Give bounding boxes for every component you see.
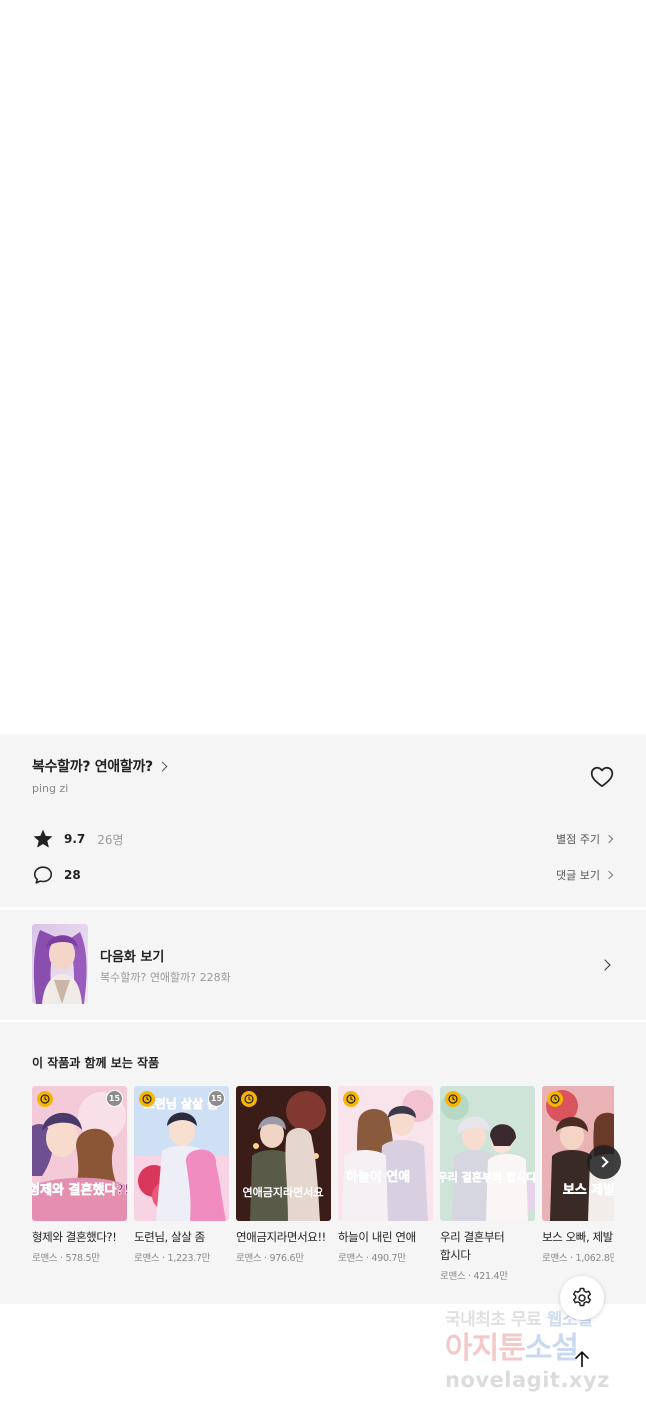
- cover-title-art: 연애금지라면서요: [243, 1185, 324, 1199]
- age-rating-badge: 15: [106, 1090, 123, 1107]
- card-meta: 로맨스 · 578.5만: [32, 1253, 100, 1264]
- rating-row: 9.7 26명: [32, 828, 124, 850]
- heart-icon: [590, 766, 614, 788]
- star-icon: [33, 829, 53, 848]
- card-views: 490.7만: [371, 1253, 406, 1264]
- cover-image: 연애금지라면서요: [236, 1086, 331, 1221]
- settings-button[interactable]: [560, 1276, 604, 1320]
- comments-label: 댓글 보기: [556, 869, 600, 882]
- work-info-panel: 복수할까? 연애할까? ping zi 9.7 26명 별점 주기 28 댓글 …: [0, 734, 646, 907]
- carousel-next-button[interactable]: [587, 1145, 621, 1179]
- chevron-right-icon: [157, 761, 168, 771]
- viewer-page: 복수할까? 연애할까? ping zi 9.7 26명 별점 주기 28 댓글 …: [0, 0, 646, 1419]
- clock-icon: [445, 1091, 461, 1107]
- card-title: 하늘이 내린 연애: [338, 1230, 416, 1244]
- next-episode-subtitle: 복수할까? 연애할까? 228화: [100, 971, 231, 984]
- card-views: 578.5만: [65, 1253, 100, 1264]
- recommendation-card[interactable]: 하늘이 연애 하늘이 내린 연애 로맨스 · 490.7만: [338, 1086, 433, 1264]
- card-genre: 로맨스: [338, 1253, 364, 1264]
- card-title: 보스 오빠, 제발: [542, 1230, 613, 1244]
- clock-icon: [547, 1091, 563, 1107]
- card-genre: 로맨스: [542, 1253, 568, 1264]
- cover-title-art: 우리 결혼부터 합시다: [440, 1170, 535, 1184]
- card-title: 도련님, 살살 좀: [134, 1230, 205, 1244]
- card-title: 연애금지라면서요!!: [236, 1230, 326, 1244]
- cover-image: 도련님 살살 좀 15: [134, 1086, 229, 1221]
- comment-icon: [33, 866, 53, 884]
- cover-image: 우리 결혼부터 합시다: [440, 1086, 535, 1221]
- card-title: 형제와 결혼했다?!: [32, 1230, 117, 1244]
- comments-row: 28: [32, 864, 81, 886]
- cover-image: 하늘이 연애: [338, 1086, 433, 1221]
- rate-label: 별점 주기: [556, 833, 600, 846]
- scroll-to-top-button[interactable]: [565, 1342, 599, 1376]
- card-views: 976.6만: [269, 1253, 304, 1264]
- card-meta: 로맨스 · 976.6만: [236, 1253, 304, 1264]
- rate-button[interactable]: 별점 주기: [556, 831, 614, 847]
- chevron-right-icon: [604, 834, 614, 844]
- next-episode-button[interactable]: 다음화 보기 복수할까? 연애할까? 228화: [0, 910, 646, 1020]
- recommendation-card[interactable]: 형제와 결혼했다?! 15 형제와 결혼했다?! 로맨스 · 578.5만: [32, 1086, 127, 1264]
- card-genre: 로맨스: [134, 1253, 160, 1264]
- card-meta: 로맨스 · 421.4만: [440, 1271, 508, 1282]
- clock-icon: [241, 1091, 257, 1107]
- cover-image: 형제와 결혼했다?! 15: [32, 1086, 127, 1221]
- episode-content-area: [0, 0, 646, 734]
- clock-icon: [343, 1091, 359, 1107]
- chevron-right-icon: [599, 959, 611, 971]
- card-genre: 로맨스: [440, 1271, 466, 1282]
- recommendation-card[interactable]: 우리 결혼부터 합시다 우리 결혼부터 합시다 로맨스 · 421.4만: [440, 1086, 535, 1282]
- card-meta: 로맨스 · 1,062.8만: [542, 1250, 614, 1264]
- card-views: 421.4만: [473, 1271, 508, 1282]
- card-views: 1,223.7만: [167, 1253, 211, 1264]
- card-genre: 로맨스: [32, 1253, 58, 1264]
- work-title: 복수할까? 연애할까?: [32, 759, 153, 775]
- next-episode-label: 다음화 보기: [100, 950, 165, 965]
- cover-title-art: 보스 제발!: [563, 1182, 614, 1198]
- rating-value: 9.7: [64, 832, 86, 846]
- comment-count: 28: [64, 868, 81, 882]
- clock-icon: [139, 1091, 155, 1107]
- next-episode-thumbnail: [32, 924, 88, 1004]
- chevron-right-icon: [604, 870, 614, 880]
- cover-title-art: 하늘이 연애: [346, 1169, 410, 1185]
- recommendations-carousel[interactable]: 형제와 결혼했다?! 15 형제와 결혼했다?! 로맨스 · 578.5만 도련…: [32, 1086, 614, 1296]
- cover-title-art: 형제와 결혼했다?!: [32, 1182, 127, 1198]
- recommendations-panel: 이 작품과 함께 보는 작품 형제와 결혼했다?! 15 형제와 결혼했다?! …: [0, 1022, 646, 1304]
- recommendations-heading: 이 작품과 함께 보는 작품: [32, 1056, 160, 1070]
- work-title-link[interactable]: 복수할까? 연애할까?: [32, 756, 168, 776]
- recommendation-card[interactable]: 연애금지라면서요 연애금지라면서요!! 로맨스 · 976.6만: [236, 1086, 331, 1264]
- chevron-right-icon: [596, 1156, 609, 1168]
- favorite-button[interactable]: [589, 764, 615, 790]
- card-title: 우리 결혼부터 합시다: [440, 1230, 505, 1262]
- card-views: 1,062.8만: [575, 1253, 615, 1264]
- view-comments-button[interactable]: 댓글 보기: [556, 867, 614, 883]
- watermark-text: 국내최초 무료: [445, 1310, 547, 1330]
- rating-count: 26명: [97, 832, 124, 847]
- card-meta: 로맨스 · 1,223.7만: [134, 1253, 211, 1264]
- card-genre: 로맨스: [236, 1253, 262, 1264]
- watermark-text: 아지툰: [445, 1331, 526, 1366]
- recommendation-card[interactable]: 도련님 살살 좀 15 도련님, 살살 좀 로맨스 · 1,223.7만: [134, 1086, 229, 1264]
- arrow-up-icon: [575, 1351, 589, 1368]
- gear-icon: [572, 1287, 592, 1307]
- age-rating-badge: 15: [208, 1090, 225, 1107]
- clock-icon: [37, 1091, 53, 1107]
- work-author: ping zi: [32, 782, 69, 795]
- card-meta: 로맨스 · 490.7만: [338, 1253, 406, 1264]
